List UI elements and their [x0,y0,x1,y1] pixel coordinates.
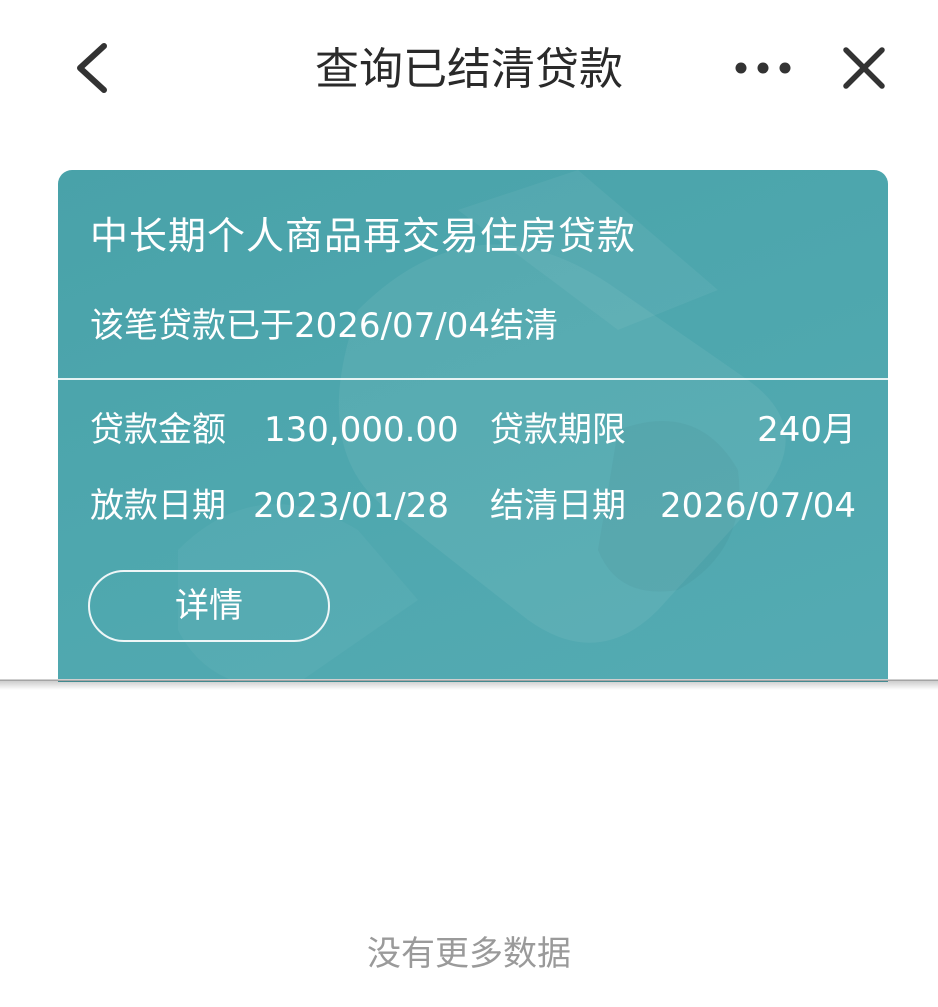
loan-settled-status: 该笔贷款已于2026/07/04结清 [90,306,558,346]
loan-product-name: 中长期个人商品再交易住房贷款 [90,214,637,258]
close-icon [843,47,885,89]
loan-amount-label: 贷款金额 [90,410,226,450]
top-navigation-bar: 查询已结清贷款 [0,0,938,140]
card-divider [58,378,888,380]
settle-date-label: 结清日期 [490,486,626,526]
settle-date-value: 2026/07/04 [660,486,856,526]
release-date-value: 2023/01/28 [253,486,449,526]
more-dots-icon [735,62,791,74]
detail-button[interactable]: 详情 [88,570,330,642]
back-button[interactable] [62,38,122,98]
loan-term-label: 贷款期限 [490,410,626,450]
loan-term-value: 240月 [757,410,856,450]
release-date-label: 放款日期 [90,486,226,526]
chevron-left-icon [77,43,107,93]
list-bottom-shadow [0,680,938,690]
more-options-button[interactable] [728,40,798,96]
loan-amount-value: 130,000.00 [264,410,459,450]
close-button[interactable] [834,38,894,98]
loan-list[interactable]: 中长期个人商品再交易住房贷款 该笔贷款已于2026/07/04结清 贷款金额 1… [0,150,938,682]
no-more-data-text: 没有更多数据 [367,934,571,974]
settled-loan-card: 中长期个人商品再交易住房贷款 该笔贷款已于2026/07/04结清 贷款金额 1… [58,170,888,682]
page-title: 查询已结清贷款 [315,44,623,95]
